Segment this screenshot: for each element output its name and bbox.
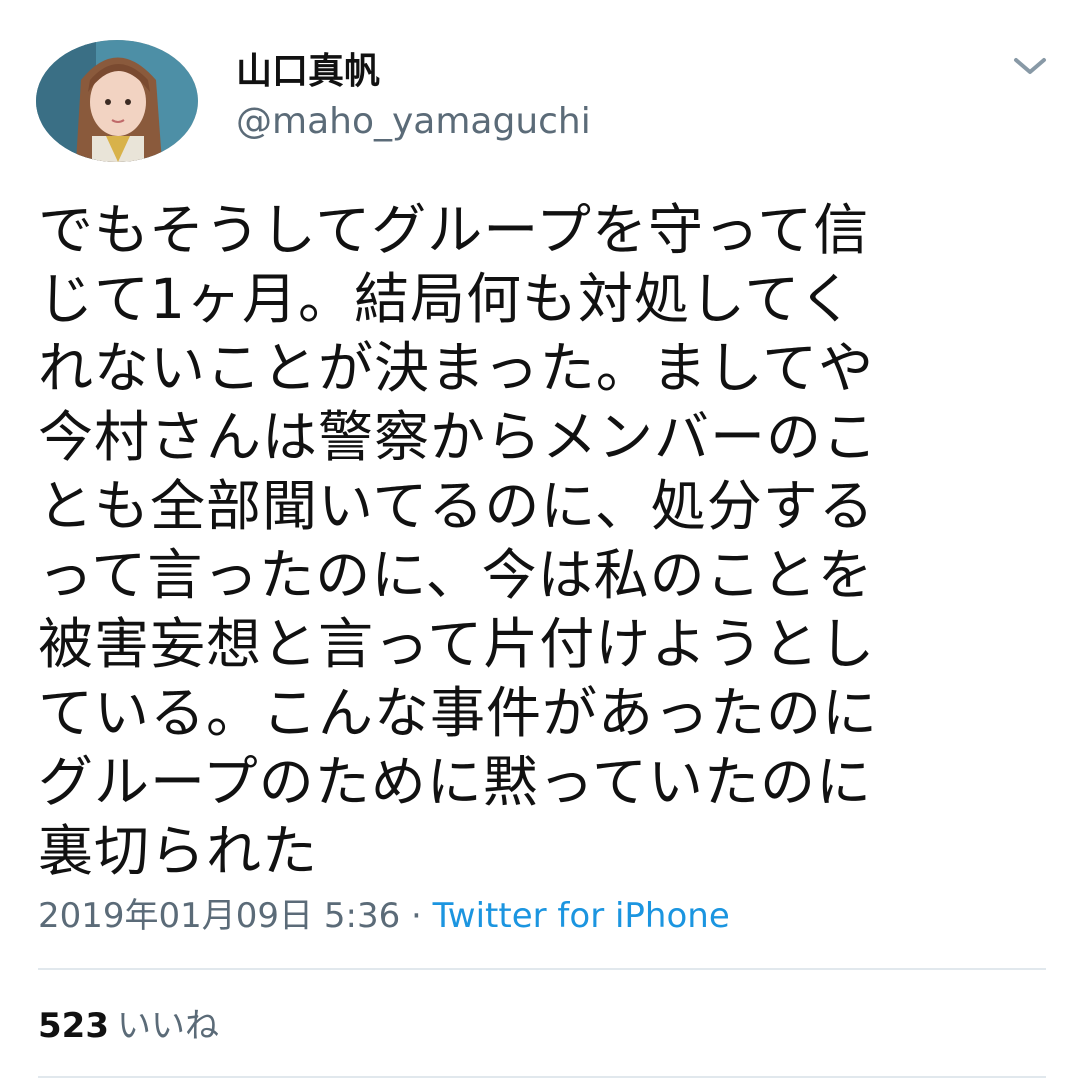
tweet-text-line: じて1ヶ月。結局何も対処してく [38, 267, 855, 331]
tweet-text-line: でもそうしてグループを守って信 [38, 198, 870, 262]
source-link[interactable]: Twitter for iPhone [433, 896, 730, 936]
tweet-text-line: 今村さんは警察からメンバーのこ [38, 405, 879, 469]
tweet-text-line: れないことが決まった。ましてや [38, 336, 875, 400]
user-handle[interactable]: @maho_yamaguchi [236, 100, 591, 144]
timestamp[interactable]: 2019年01月09日 5:36 [38, 896, 400, 936]
tweet-text-line: グループのために黙っていたのに [38, 750, 872, 814]
divider [38, 968, 1046, 970]
tweet-text-line: とも全部聞いてるのに、処分する [38, 474, 875, 538]
tweet-text: でもそうしてグループを守って信 じて1ヶ月。結局何も対処してく れないことが決ま… [38, 196, 1038, 886]
divider [38, 1076, 1046, 1078]
tweet-meta: 2019年01月09日 5:36 · Twitter for iPhone [38, 890, 730, 942]
tweet-text-line: 被害妄想と言って片付けようとし [38, 612, 876, 676]
tweet-text-line: って言ったのに、今は私のことを [38, 543, 874, 607]
likes-count: 523 [38, 1006, 109, 1046]
tweet-text-line: ている。こんな事件があったのに [38, 681, 879, 745]
likes-stat[interactable]: 523 いいね [38, 1000, 219, 1052]
display-name[interactable]: 山口真帆 [236, 50, 380, 94]
avatar[interactable] [36, 40, 198, 162]
avatar-photo [36, 40, 198, 162]
chevron-down-icon[interactable] [1010, 52, 1050, 80]
meta-separator: · [411, 896, 422, 936]
likes-label: いいね [116, 1006, 219, 1046]
tweet-text-line: 裏切られた [38, 819, 319, 883]
